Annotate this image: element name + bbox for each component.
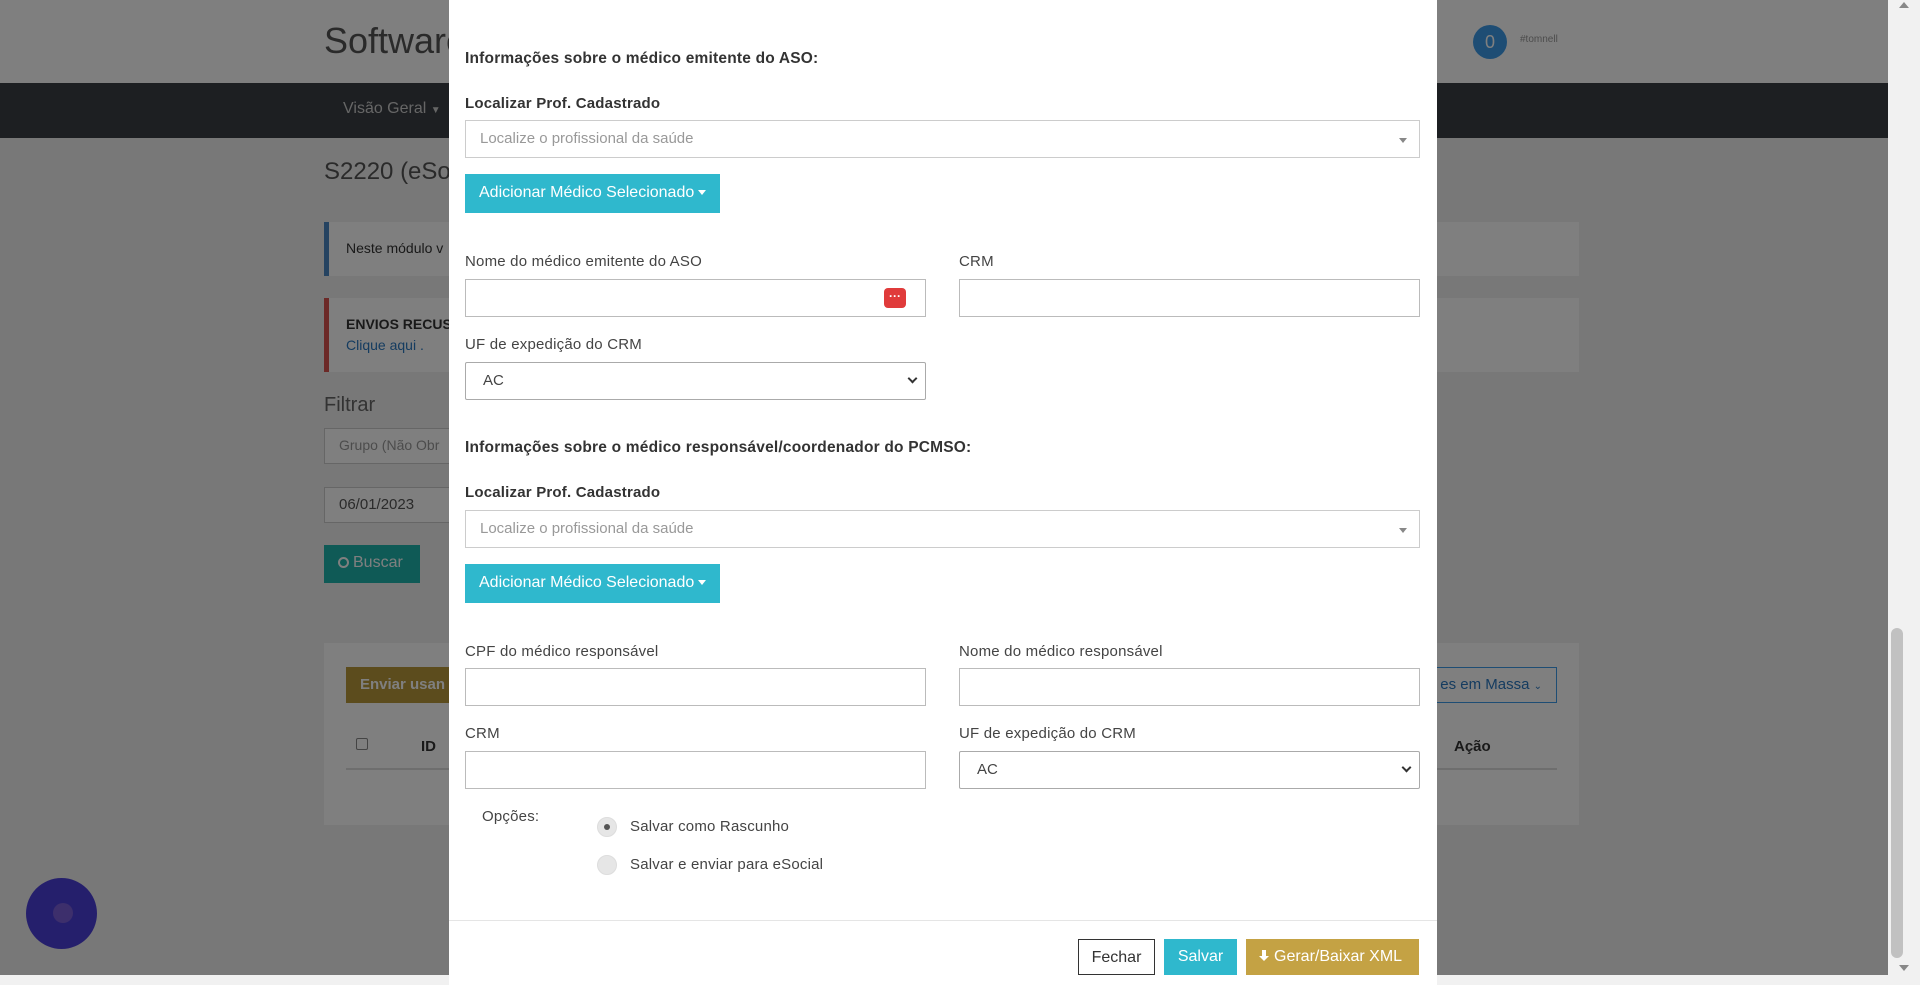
caret-down-icon — [698, 190, 707, 196]
issuer-uf-select[interactable]: AC — [465, 362, 926, 400]
issuer-uf-value: AC — [483, 372, 504, 389]
responsible-cpf-label: CPF do médico responsável — [465, 643, 659, 660]
issuer-uf-label: UF de expedição do CRM — [465, 336, 642, 353]
locate-professional-label: Localizar Prof. Cadastrado — [465, 484, 661, 501]
caret-down-icon — [1399, 528, 1407, 533]
responsible-uf-value: AC — [977, 761, 998, 778]
add-selected-doctor-label: Adicionar Médico Selecionado — [479, 574, 695, 591]
issuer-crm-input[interactable] — [959, 279, 1420, 317]
scroll-up-arrow-icon[interactable] — [1899, 2, 1909, 8]
caret-down-icon — [1399, 138, 1407, 143]
radio-save-and-send-label[interactable]: Salvar e enviar para eSocial — [630, 856, 823, 873]
locate-professional-placeholder: Localize o profissional da saúde — [480, 130, 694, 147]
generate-xml-button[interactable]: Gerar/Baixar XML — [1246, 939, 1419, 975]
scroll-down-arrow-icon[interactable] — [1899, 965, 1909, 971]
responsible-name-input[interactable] — [959, 668, 1420, 706]
generate-xml-label: Gerar/Baixar XML — [1274, 948, 1403, 965]
caret-down-icon — [698, 580, 707, 586]
chevron-down-icon — [907, 373, 918, 384]
responsible-section-title: Informações sobre o médico responsável/c… — [465, 439, 972, 456]
radio-save-and-send[interactable] — [597, 855, 617, 875]
radio-save-draft[interactable] — [597, 817, 617, 837]
locate-professional-select-issuer[interactable]: Localize o profissional da saúde — [465, 120, 1420, 158]
locate-professional-label: Localizar Prof. Cadastrado — [465, 95, 661, 112]
close-button[interactable]: Fechar — [1078, 939, 1155, 975]
modal-footer-divider — [449, 920, 1437, 921]
options-label: Opções: — [482, 808, 540, 825]
responsible-cpf-input[interactable] — [465, 668, 926, 706]
responsible-name-label: Nome do médico responsável — [959, 643, 1163, 660]
issuer-name-label: Nome do médico emitente do ASO — [465, 253, 702, 270]
password-manager-icon[interactable]: ··· — [884, 288, 906, 308]
issuer-crm-label: CRM — [959, 253, 994, 270]
save-button[interactable]: Salvar — [1164, 939, 1237, 975]
chevron-down-icon — [1401, 762, 1412, 773]
scrollbar-thumb[interactable] — [1891, 628, 1903, 958]
responsible-uf-label: UF de expedição do CRM — [959, 725, 1136, 742]
locate-professional-placeholder: Localize o profissional da saúde — [480, 520, 694, 537]
radio-save-draft-label[interactable]: Salvar como Rascunho — [630, 818, 789, 835]
issuer-section-title: Informações sobre o médico emitente do A… — [465, 50, 819, 67]
add-selected-doctor-label: Adicionar Médico Selecionado — [479, 184, 695, 201]
add-selected-doctor-button-issuer[interactable]: Adicionar Médico Selecionado — [465, 174, 721, 213]
responsible-crm-input[interactable] — [465, 751, 926, 789]
add-selected-doctor-button-responsible[interactable]: Adicionar Médico Selecionado — [465, 564, 721, 603]
responsible-uf-select[interactable]: AC — [959, 751, 1420, 789]
issuer-name-input[interactable] — [465, 279, 926, 317]
responsible-crm-label: CRM — [465, 725, 500, 742]
download-icon — [1258, 950, 1270, 962]
locate-professional-select-responsible[interactable]: Localize o profissional da saúde — [465, 510, 1420, 548]
